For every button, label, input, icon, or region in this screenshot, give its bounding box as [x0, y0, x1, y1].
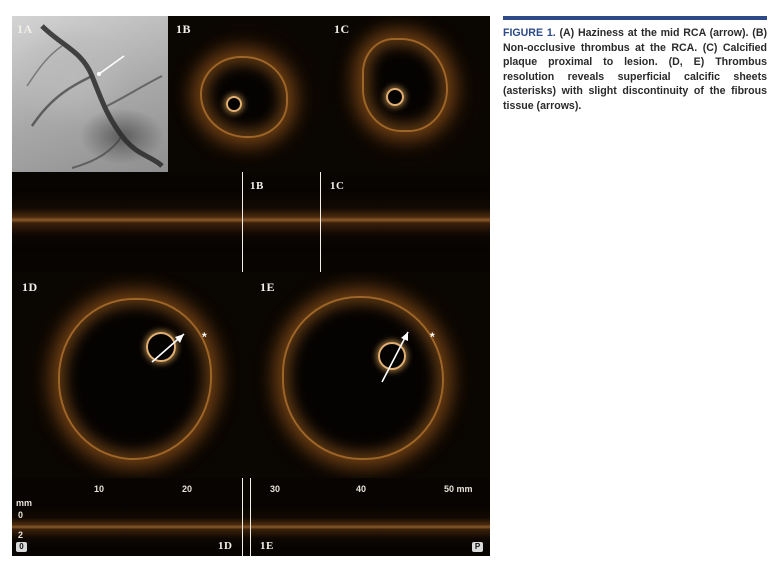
- marker-label-1c: 1C: [330, 180, 345, 192]
- panel-label-1b: 1B: [176, 22, 192, 36]
- longitudinal-strip: [12, 504, 490, 550]
- marker-line-1e: [250, 478, 251, 556]
- angiogram-arrow: [98, 55, 125, 75]
- caption-rule: [503, 16, 767, 20]
- caption-head: FIGURE 1.: [503, 27, 556, 39]
- marker-line-1d: [242, 478, 243, 556]
- vessel-wall: [202, 58, 286, 136]
- caption-body: (A) Haziness at the mid RCA (arrow). (B)…: [503, 27, 767, 112]
- discontinuity-arrow-d: [151, 333, 185, 363]
- panel-1d-oct: * 1D: [12, 272, 250, 478]
- depth-tick-0: 0: [18, 510, 24, 520]
- panel-label-1a: 1A: [17, 22, 33, 36]
- panel-1e-oct: * 1E: [250, 272, 490, 478]
- panel-label-1e: 1E: [260, 280, 276, 294]
- panel-label-1c: 1C: [334, 22, 350, 36]
- start-badge: 0: [16, 542, 27, 552]
- catheter: [226, 96, 242, 112]
- panel-label-1d: 1D: [22, 280, 38, 294]
- figure-caption: FIGURE 1. (A) Haziness at the mid RCA (a…: [503, 26, 767, 114]
- axis-tick-30: 30: [270, 484, 281, 494]
- axis-tick-50: 50 mm: [444, 484, 473, 494]
- panel-1c-oct: 1C: [328, 16, 490, 172]
- longitudinal-strip: [12, 190, 490, 250]
- catheter: [386, 88, 404, 106]
- longitudinal-view-bottom: 10 20 30 40 50 mm mm 0 2 1D 1E 0 P: [12, 478, 490, 556]
- marker-label-1b: 1B: [250, 180, 264, 192]
- marker-line-1b: [242, 172, 243, 272]
- asterisk-1d: *: [202, 330, 207, 344]
- panel-1b-oct: 1B: [168, 16, 328, 172]
- angiogram-vessels: [26, 24, 164, 169]
- asterisk-1e: *: [430, 330, 435, 344]
- panel-1a-angiogram: 1A: [12, 16, 168, 172]
- depth-tick-2: 2: [18, 530, 24, 540]
- vessel-wall: [364, 40, 446, 130]
- marker-line-1c: [320, 172, 321, 272]
- discontinuity-arrow-e: [381, 331, 409, 383]
- figure-1: 1A 1B 1C 1B 1C * 1D * 1E 10 20 30 40 50 …: [12, 16, 490, 556]
- end-badge: P: [472, 542, 483, 552]
- marker-label-1d: 1D: [218, 540, 233, 552]
- marker-label-1e: 1E: [260, 540, 274, 552]
- axis-tick-40: 40: [356, 484, 367, 494]
- longitudinal-view-top: 1B 1C: [12, 172, 490, 272]
- axis-tick-20: 20: [182, 484, 193, 494]
- depth-unit: mm: [16, 498, 33, 508]
- axis-tick-10: 10: [94, 484, 105, 494]
